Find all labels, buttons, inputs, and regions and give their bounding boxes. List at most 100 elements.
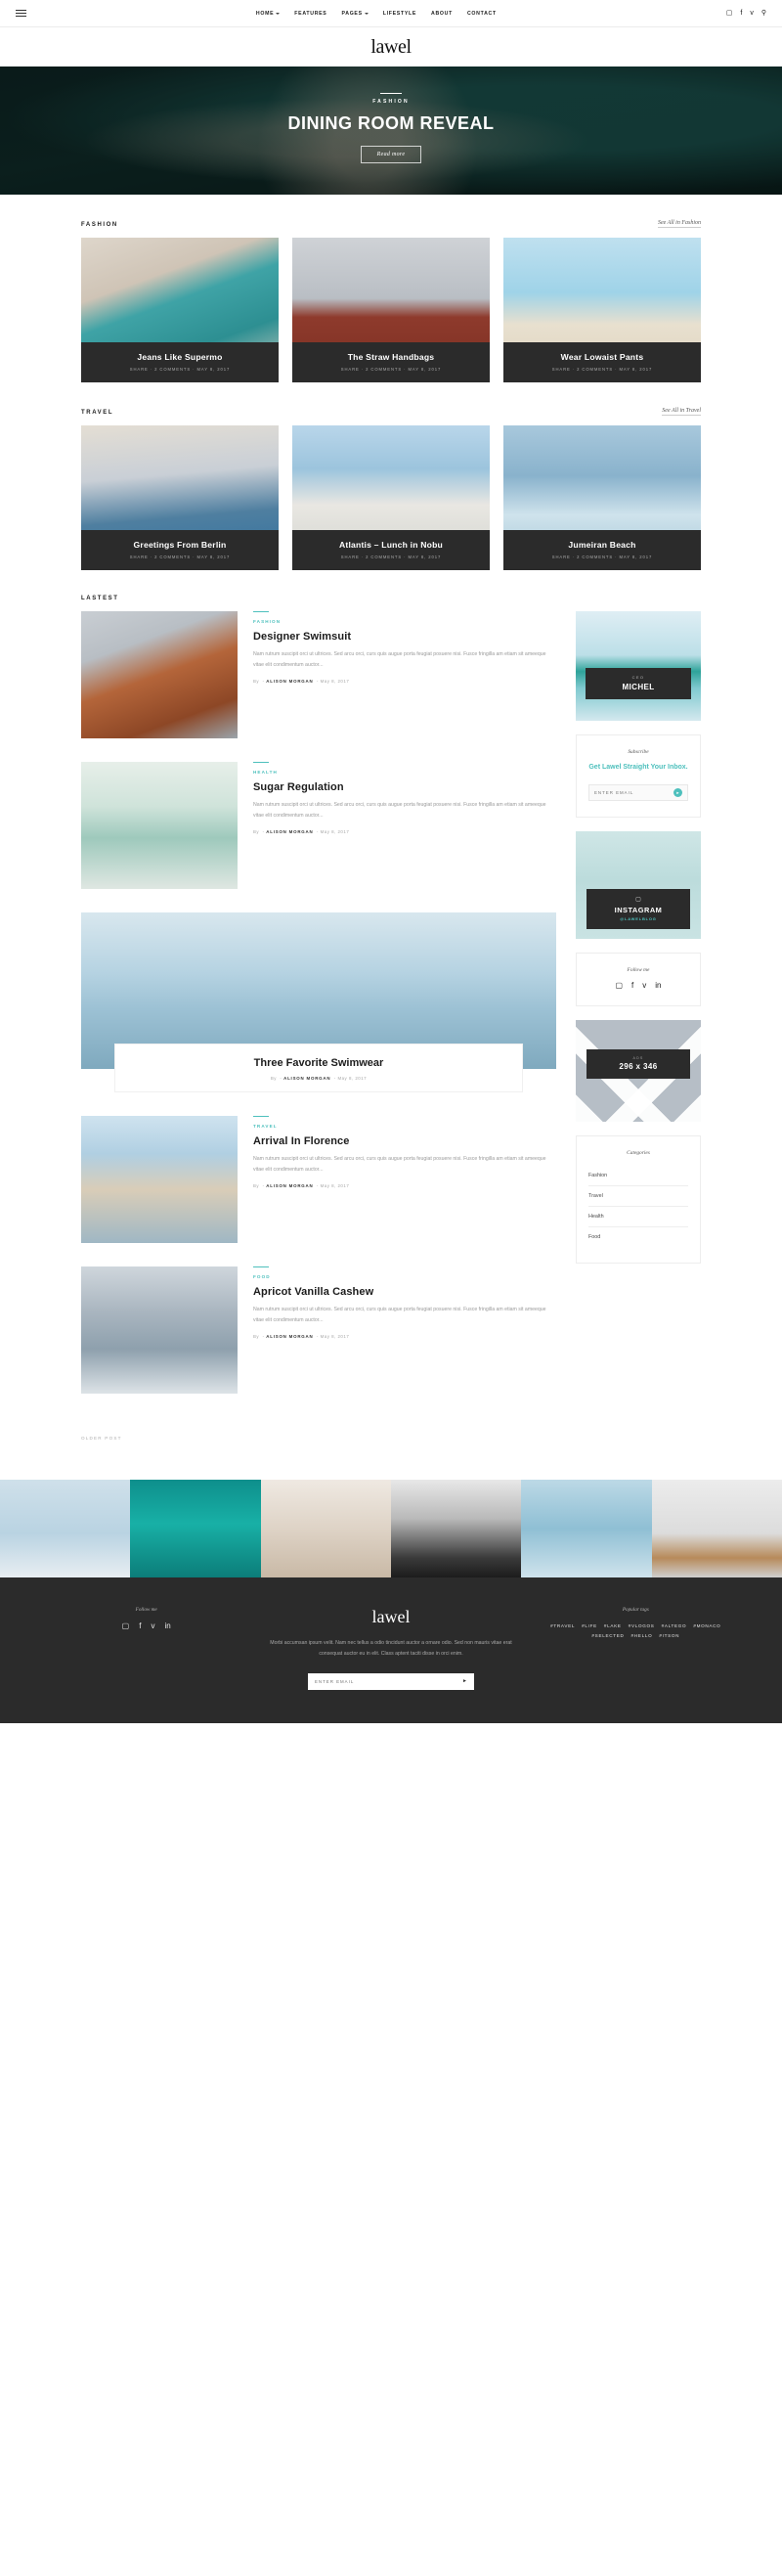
tag-hello[interactable]: #HELLO [631, 1633, 653, 1638]
nav-item-contact[interactable]: CONTACT [467, 11, 497, 17]
send-arrow-icon[interactable]: ► [673, 787, 682, 797]
post-author[interactable]: ALISON MORGAN [266, 679, 313, 684]
instagram-widget[interactable]: ▢ INSTAGRAM @LAWELBLOG [576, 830, 701, 939]
instagram-photo[interactable] [521, 1480, 652, 1577]
post-title[interactable]: Apricot Vanilla Cashew [253, 1286, 556, 1298]
email-field[interactable] [594, 789, 673, 795]
hero-read-more-button[interactable]: Read more [360, 145, 422, 163]
linkedin-icon[interactable]: in [655, 981, 661, 990]
post-card[interactable]: Greetings From Berlin SHARE · 2 COMMENTS… [81, 425, 279, 570]
instagram-photo[interactable] [390, 1480, 522, 1577]
category-item-health[interactable]: Health [588, 1207, 688, 1227]
post-category[interactable]: FOOD [253, 1266, 556, 1279]
post-category[interactable]: HEALTH [253, 762, 556, 775]
post-card[interactable]: Jeans Like Supermo SHARE · 2 COMMENTS · … [81, 238, 279, 382]
nav-item-lifestyle[interactable]: LIFESTYLE [383, 11, 416, 17]
facebook-icon[interactable]: f [139, 1622, 141, 1630]
search-icon[interactable]: ⚲ [761, 10, 766, 17]
tag-travel[interactable]: #TRAVEL [550, 1623, 575, 1628]
tag-lake[interactable]: #LAKE [604, 1623, 622, 1628]
post-card-meta: SHARE · 2 COMMENTS · MAY 8, 2017 [129, 555, 231, 559]
post-card[interactable]: Jumeiran Beach SHARE · 2 COMMENTS · MAY … [503, 425, 701, 570]
post-card[interactable]: Atlantis – Lunch in Nobu SHARE · 2 COMME… [292, 425, 490, 570]
footer-tag-list: #TRAVEL #LIFE #LAKE #VLOGOS #ALTEGO #MON… [539, 1623, 733, 1638]
follow-social-links: ▢ f ᴠ in [588, 981, 688, 990]
nav-item-home[interactable]: HOME [255, 10, 281, 17]
post-card[interactable]: Wear Lowaist Pants SHARE · 2 COMMENTS · … [503, 238, 701, 382]
main-navigation: HOME FEATURES PAGES LIFESTYLE ABOUT CONT… [26, 11, 726, 17]
post-card[interactable]: The Straw Handbags SHARE · 2 COMMENTS · … [292, 238, 490, 382]
post-card-title: Wear Lowaist Pants [560, 352, 644, 362]
tag-monaco[interactable]: #MONACO [693, 1623, 720, 1628]
nav-label: CONTACT [466, 10, 497, 17]
section-see-all-link[interactable]: See All in Fashion [657, 220, 701, 228]
post-author[interactable]: ALISON MORGAN [266, 1334, 313, 1339]
post-thumbnail [81, 611, 238, 738]
tag-vlogos[interactable]: #VLOGOS [629, 1623, 655, 1628]
instagram-photo[interactable] [651, 1480, 782, 1577]
linkedin-icon[interactable]: in [164, 1622, 170, 1630]
hero-category[interactable]: FASHION [372, 99, 410, 105]
post-card-meta: SHARE · 2 COMMENTS · MAY 8, 2017 [340, 367, 442, 372]
latest-posts-column: FASHION Designer Swimsuit Nam rutrum sus… [81, 611, 556, 1470]
facebook-icon[interactable]: f [631, 981, 633, 990]
category-item-fashion[interactable]: Fashion [588, 1166, 688, 1186]
post-title[interactable]: Arrival In Florence [253, 1135, 556, 1147]
post-title[interactable]: Sugar Regulation [253, 781, 556, 793]
instagram-photo[interactable] [260, 1480, 391, 1577]
instagram-icon[interactable]: ▢ [122, 1622, 130, 1630]
footer-follow-label: Follow me [135, 1607, 157, 1613]
instagram-icon[interactable]: ▢ [726, 10, 733, 17]
post-category[interactable]: FASHION [253, 611, 556, 624]
footer-logo[interactable]: lawel [259, 1607, 522, 1627]
footer-about-text: Morbi accumsan ipsum velit. Nam nec tell… [270, 1640, 512, 1657]
post-title[interactable]: Designer Swimsuit [253, 631, 556, 643]
instagram-handle: @LAWELBLOG [620, 915, 657, 921]
post-card-title: Greetings From Berlin [133, 540, 227, 550]
nav-item-pages[interactable]: PAGES [341, 11, 369, 17]
sidebar: CEO MICHEL Subscribe Get Lawel Straight … [576, 611, 701, 1470]
instagram-icon[interactable]: ▢ [615, 981, 623, 990]
list-item[interactable]: FOOD Apricot Vanilla Cashew Nam rutrum s… [81, 1266, 556, 1394]
post-category[interactable]: TRAVEL [253, 1116, 556, 1129]
post-author[interactable]: ALISON MORGAN [266, 829, 313, 834]
section-header-fashion: FASHION See All in Fashion [81, 195, 701, 238]
section-see-all-link[interactable]: See All in Travel [662, 408, 701, 416]
post-author[interactable]: ALISON MORGAN [283, 1076, 330, 1081]
category-item-travel[interactable]: Travel [588, 1186, 688, 1207]
hamburger-icon[interactable] [16, 10, 26, 17]
list-item[interactable]: HEALTH Sugar Regulation Nam rutrum susci… [81, 762, 556, 889]
featured-post-title[interactable]: Three Favorite Swimwear [125, 1057, 512, 1069]
tag-selected[interactable]: #SELECTED [591, 1633, 624, 1638]
post-date: May 8, 2017 [320, 829, 350, 835]
author-widget[interactable]: CEO MICHEL [576, 611, 701, 721]
twitter-icon[interactable]: ᴠ [642, 981, 646, 990]
send-arrow-icon[interactable]: ► [462, 1678, 467, 1684]
post-thumbnail [81, 1116, 238, 1243]
email-field[interactable] [314, 1678, 463, 1684]
facebook-icon[interactable]: f [740, 10, 742, 17]
instagram-photo[interactable] [0, 1480, 131, 1577]
older-post-link[interactable]: OLDER POST [81, 1436, 122, 1441]
post-card-meta: SHARE · 2 COMMENTS · MAY 8, 2017 [551, 555, 653, 559]
ad-widget[interactable]: ADS 296 x 346 [576, 1019, 701, 1122]
byline-prefix: By [253, 1183, 260, 1189]
post-author[interactable]: ALISON MORGAN [266, 1183, 313, 1188]
instagram-photo[interactable] [130, 1480, 261, 1577]
nav-label: HOME [255, 10, 275, 17]
twitter-icon[interactable]: ᴠ [750, 10, 754, 17]
tag-altego[interactable]: #ALTEGO [662, 1623, 687, 1628]
author-role: CEO [631, 675, 645, 680]
post-byline: By - ALISON MORGAN - May 8, 2017 [253, 679, 350, 685]
list-item[interactable]: FASHION Designer Swimsuit Nam rutrum sus… [81, 611, 556, 738]
site-logo[interactable]: lawel [370, 36, 412, 59]
featured-post[interactable]: Three Favorite Swimwear By - ALISON MORG… [81, 912, 556, 1092]
nav-item-about[interactable]: ABOUT [431, 11, 453, 17]
nav-item-features[interactable]: FEATURES [294, 11, 326, 17]
list-item[interactable]: TRAVEL Arrival In Florence Nam rutrum su… [81, 1116, 556, 1243]
fashion-card-grid: Jeans Like Supermo SHARE · 2 COMMENTS · … [81, 238, 701, 382]
twitter-icon[interactable]: ᴠ [151, 1622, 154, 1630]
tag-itson[interactable]: #ITSON [659, 1633, 679, 1638]
tag-life[interactable]: #LIFE [582, 1623, 597, 1628]
category-item-food[interactable]: Food [588, 1227, 688, 1247]
